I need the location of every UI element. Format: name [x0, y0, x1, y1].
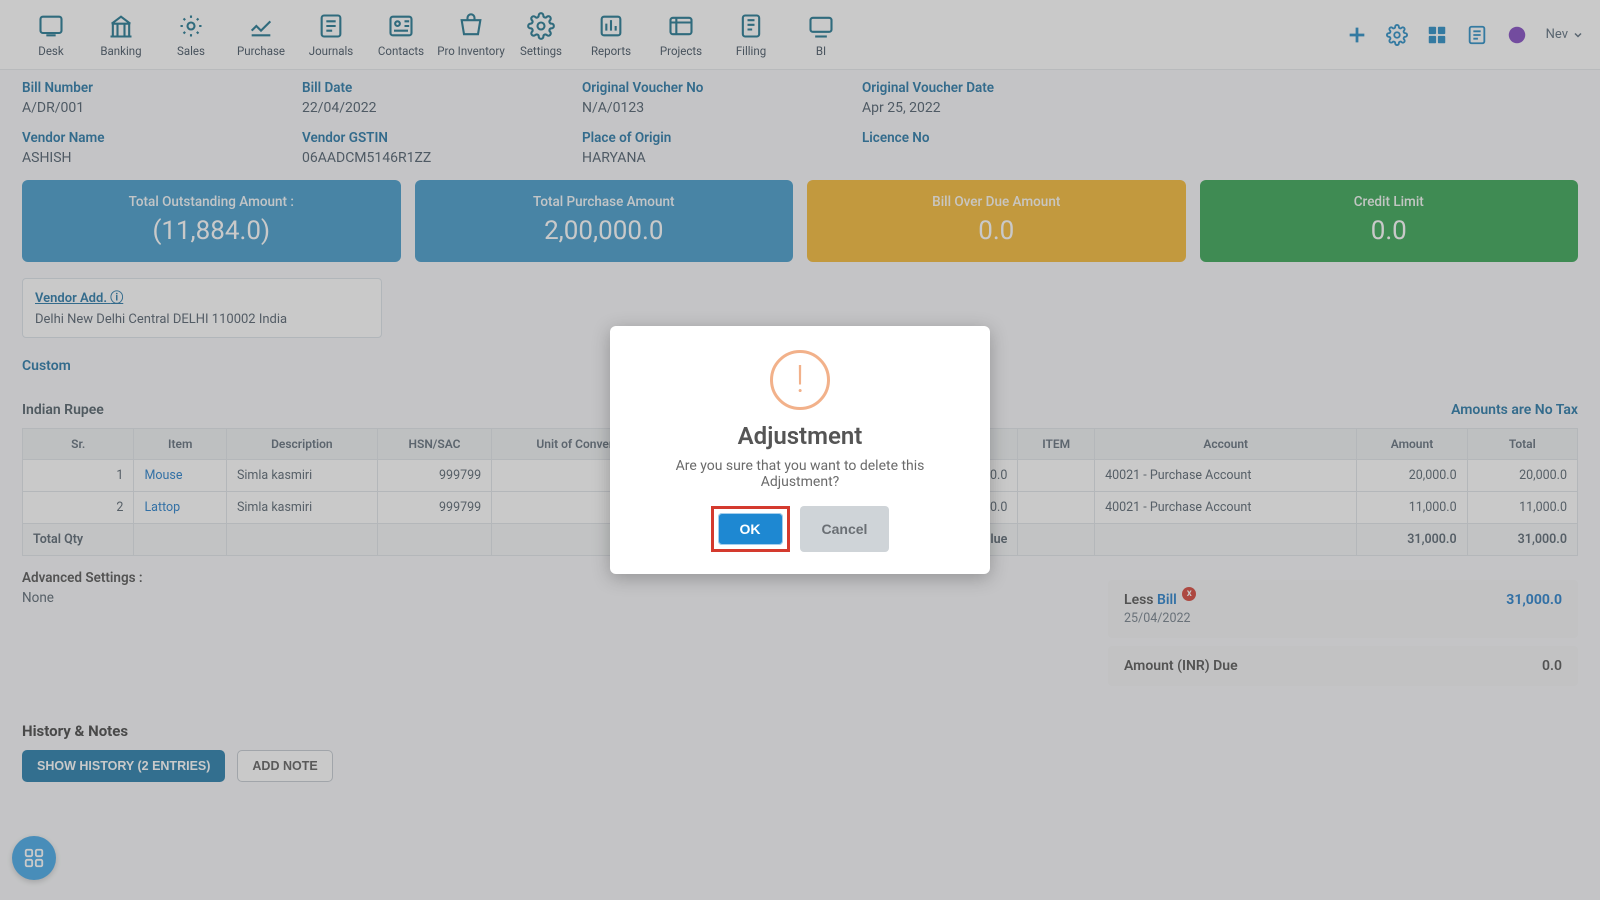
cancel-button[interactable]: Cancel	[800, 506, 890, 552]
ok-highlight: OK	[711, 506, 790, 552]
confirm-modal: ! Adjustment Are you sure that you want …	[610, 326, 990, 574]
modal-title: Adjustment	[638, 422, 962, 450]
modal-message: Are you sure that you want to delete thi…	[638, 458, 962, 490]
warning-icon: !	[770, 350, 830, 410]
modal-scrim: ! Adjustment Are you sure that you want …	[0, 0, 1600, 900]
ok-button[interactable]: OK	[718, 513, 783, 545]
